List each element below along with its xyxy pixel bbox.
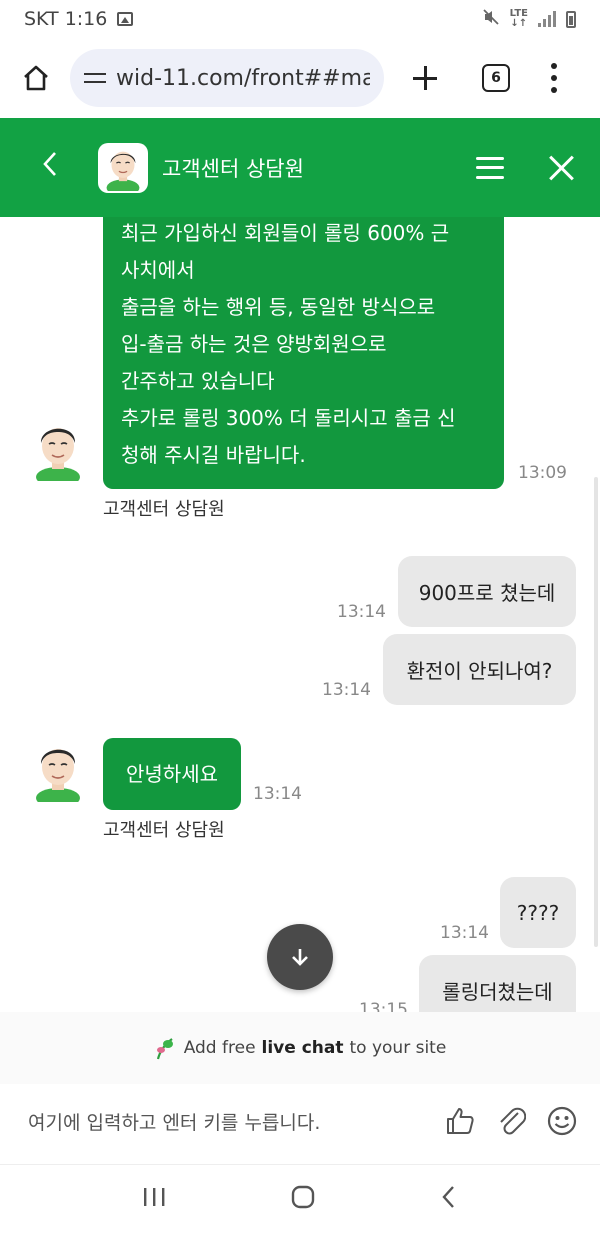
branding-suffix: to your site [349,1038,447,1058]
tune-icon[interactable] [84,70,106,86]
user-message: 롤링더쳤는데 [419,955,576,1012]
more-options-button[interactable] [550,63,558,93]
system-nav-bar [0,1164,600,1233]
message-line: 사치에서 [121,258,195,282]
message-time: 13:15 [359,1000,408,1012]
message-text: 롤링더쳤는데 [442,980,553,1004]
message-line: 최근 가입하신 회원들이 롤링 600% 근 [121,221,450,245]
message-text: ???? [516,900,560,925]
message-time: 13:09 [518,463,567,483]
chat-header: 고객센터 상담원 [0,118,600,217]
message-line: 입-출금 하는 것은 양방회원으로 [121,332,387,356]
message-text: 환전이 안되나여? [406,659,553,683]
chat-title: 고객센터 상담원 [162,156,304,181]
tab-count: 6 [491,70,501,86]
message-text: 900프로 쳤는데 [418,581,556,605]
message-line: 청해 주시길 바랍니다. [121,443,306,467]
signal-icon [538,11,556,27]
gallery-notification-icon [117,12,134,26]
paperclip-icon[interactable] [496,1105,527,1141]
chevron-left-icon [43,151,56,176]
back-chevron-icon [442,1186,454,1208]
close-button[interactable] [548,155,574,181]
agent-message: 최근 가입하신 회원들이 롤링 600% 근 사치에서 출금을 하는 행위 등,… [103,217,504,489]
home-circle-icon [291,1185,315,1209]
address-bar[interactable]: wid-11.com/front##ma [70,49,384,107]
back-nav-button[interactable] [439,1184,459,1214]
agent-message: 안녕하세요 [103,738,241,810]
livechat-logo-icon [156,1038,173,1060]
mute-icon [482,8,500,30]
home-nav-button[interactable] [290,1184,316,1214]
status-bar: SKT 1:16 LTE ↓↑ [0,0,600,38]
home-button[interactable] [16,58,56,98]
sender-name: 고객센터 상담원 [103,499,225,520]
arrow-down-icon [292,949,308,966]
tab-switcher-button[interactable]: 6 [482,64,510,92]
agent-avatar [98,142,148,193]
back-button[interactable] [40,150,70,186]
home-icon [24,65,48,91]
url-text[interactable]: wid-11.com/front##ma [116,66,370,91]
carrier-time: SKT 1:16 [24,8,108,30]
message-text: 안녕하세요 [126,761,218,786]
message-time: 13:14 [322,680,371,700]
user-message: ???? [500,877,576,948]
message-line: 추가로 롤링 300% 더 돌리시고 출금 신 [121,406,456,430]
user-message: 900프로 쳤는데 [398,556,576,627]
browser-toolbar: wid-11.com/front##ma 6 [0,38,600,118]
message-input[interactable] [28,1112,444,1134]
message-line: 간주하고 있습니다 [121,369,275,393]
recent-apps-button[interactable] [141,1186,167,1212]
battery-icon [566,10,576,28]
chat-messages[interactable]: 최근 가입하신 회원들이 롤링 600% 근 사치에서 출금을 하는 행위 등,… [0,217,600,1012]
user-message: 환전이 안되나여? [383,634,576,705]
sender-name: 고객센터 상담원 [103,820,225,841]
message-time: 13:14 [440,923,489,943]
message-time: 13:14 [253,784,302,804]
message-composer [0,1084,600,1162]
thumbs-up-icon[interactable] [444,1105,476,1141]
smile-icon[interactable] [546,1105,578,1141]
menu-button[interactable] [476,156,504,179]
message-line: 출금을 하는 행위 등, 동일한 방식으로 [121,295,436,319]
branding-prefix: Add free [183,1038,256,1058]
lte-indicator: LTE ↓↑ [509,8,528,29]
agent-avatar [36,749,80,802]
agent-avatar [36,428,80,481]
scrollbar[interactable] [594,477,598,947]
recent-apps-icon [144,1188,165,1206]
livechat-branding[interactable]: Add free live chat to your site [0,1012,600,1084]
scroll-down-button[interactable] [267,924,333,990]
branding-strong[interactable]: live chat [262,1038,344,1058]
new-tab-button[interactable] [410,63,440,93]
message-time: 13:14 [337,602,386,622]
